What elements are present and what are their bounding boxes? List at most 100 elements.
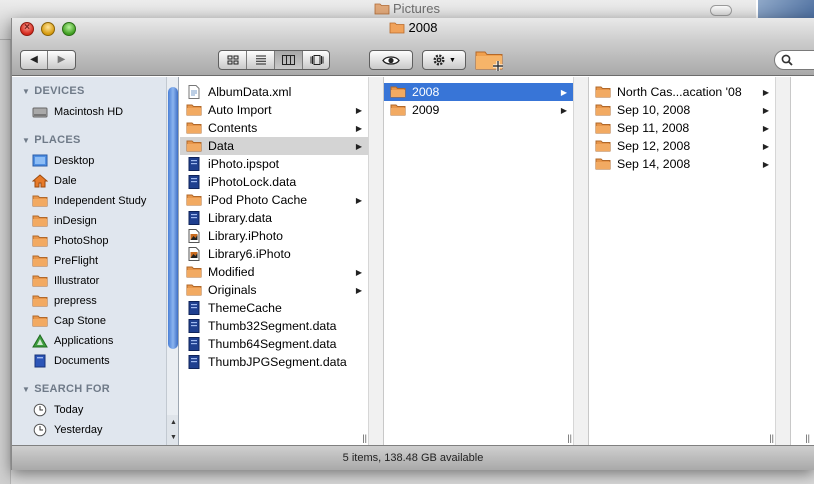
coverflow-view-button[interactable] — [303, 51, 331, 69]
sidebar-item-preflight[interactable]: PreFlight — [32, 251, 172, 271]
sidebar-item-cap-stone[interactable]: Cap Stone — [32, 311, 172, 331]
column-3-item[interactable]: Sep 10, 2008 ▶ — [589, 101, 775, 119]
column-3-item[interactable]: Sep 11, 2008 ▶ — [589, 119, 775, 137]
item-label: Sep 10, 2008 — [617, 103, 691, 117]
column-3-scrollbar[interactable] — [775, 77, 790, 445]
chevron-right-icon: ▶ — [355, 267, 362, 277]
column-3-item[interactable]: North Cas...acation '08 ▶ — [589, 83, 775, 101]
column-resize-handle[interactable]: || — [769, 433, 774, 443]
column-resize-handle[interactable]: || — [362, 433, 367, 443]
browser-column-2: 2008 ▶ 2009 ▶ || — [384, 77, 589, 445]
folder-icon — [390, 85, 406, 99]
sidebar-item-macintosh-hd[interactable]: Macintosh HD — [32, 102, 172, 122]
sidebar-item-applications[interactable]: Applications — [32, 331, 172, 351]
quick-look-button[interactable] — [369, 50, 413, 70]
column-1-item[interactable]: ThumbJPGSegment.data — [180, 353, 368, 371]
sidebar-scroll-arrows[interactable]: ▲ ▼ — [167, 415, 178, 445]
new-folder-button[interactable] — [474, 47, 508, 73]
item-label: AlbumData.xml — [208, 85, 292, 99]
column-1-scrollbar[interactable] — [368, 77, 383, 445]
sidebar-section-places[interactable]: ▼ PLACES — [22, 134, 81, 146]
chevron-right-icon: ▶ — [762, 141, 769, 151]
sidebar-item-prepress[interactable]: prepress — [32, 291, 172, 311]
column-1-item[interactable]: Library6.iPhoto — [180, 245, 368, 263]
chevron-right-icon: ▶ — [762, 87, 769, 97]
search-icon — [781, 54, 793, 66]
item-label: iPhoto.ipspot — [208, 157, 280, 171]
data-file-icon — [186, 337, 202, 351]
background-toolbar-toggle-button[interactable] — [710, 5, 732, 16]
column-1-item[interactable]: AlbumData.xml — [180, 83, 368, 101]
sidebar-section-devices[interactable]: ▼ DEVICES — [22, 85, 85, 97]
column-1-item[interactable]: Library.data — [180, 209, 368, 227]
column-1-item[interactable]: Modified ▶ — [180, 263, 368, 281]
forward-button[interactable]: ▶ — [48, 51, 75, 69]
sidebar-item-illustrator[interactable]: Illustrator — [32, 271, 172, 291]
item-label: Modified — [208, 265, 255, 279]
folder-icon — [32, 255, 48, 267]
item-label: Sep 11, 2008 — [617, 121, 690, 135]
search-field[interactable] — [774, 50, 814, 70]
column-2-item[interactable]: 2008 ▶ — [384, 83, 573, 101]
desktop-icon — [32, 154, 48, 167]
sidebar-item-documents[interactable]: Documents — [32, 351, 172, 371]
chevron-right-icon: ▶ — [762, 105, 769, 115]
browser-column-3: North Cas...acation '08 ▶ Sep 10, 2008 ▶ Sep… — [589, 77, 791, 445]
sidebar-section-search-for[interactable]: ▼ SEARCH FOR — [22, 383, 110, 395]
chevron-right-icon: ▶ — [560, 105, 567, 115]
folder-icon — [186, 103, 202, 117]
column-1-item[interactable]: iPhoto.ipspot — [180, 155, 368, 173]
column-1-item[interactable]: Auto Import ▶ — [180, 101, 368, 119]
sidebar-item-label: Macintosh HD — [54, 106, 124, 118]
folder-icon — [186, 193, 202, 207]
chevron-down-icon: ▼ — [449, 56, 456, 64]
item-label: Library.data — [208, 211, 273, 225]
finder-window: × 2008 ◀ ▶ ▼ ▼ DEVICES Macintosh HD ▼ PL… — [11, 18, 814, 470]
sidebar-item-today[interactable]: Today — [32, 400, 172, 420]
sidebar-item-photoshop[interactable]: PhotoShop — [32, 231, 172, 251]
column-view-button[interactable] — [275, 51, 303, 69]
background-window-title: Pictures — [393, 1, 440, 16]
back-forward-group: ◀ ▶ — [20, 50, 76, 70]
data-file-icon — [186, 157, 202, 171]
sidebar-item-indesign[interactable]: inDesign — [32, 211, 172, 231]
list-view-icon — [255, 55, 266, 65]
column-3-item[interactable]: Sep 12, 2008 ▶ — [589, 137, 775, 155]
column-1-item[interactable]: Data ▶ — [180, 137, 368, 155]
gear-icon — [433, 54, 445, 66]
search-input[interactable] — [795, 53, 814, 65]
folder-icon — [390, 103, 406, 117]
column-1-item[interactable]: Thumb64Segment.data — [180, 335, 368, 353]
column-2-scrollbar[interactable] — [573, 77, 588, 445]
data-file-icon — [186, 319, 202, 333]
column-1-item[interactable]: ThemeCache — [180, 299, 368, 317]
column-1-item[interactable]: iPhotoLock.data — [180, 173, 368, 191]
sidebar-item-desktop[interactable]: Desktop — [32, 151, 172, 171]
item-label: Auto Import — [208, 103, 272, 117]
column-resize-handle[interactable]: || — [567, 433, 572, 443]
item-label: Contents — [208, 121, 258, 135]
column-1-item[interactable]: Contents ▶ — [180, 119, 368, 137]
column-2-item[interactable]: 2009 ▶ — [384, 101, 573, 119]
back-button[interactable]: ◀ — [21, 51, 48, 69]
iphoto-file-icon — [186, 247, 202, 261]
column-1-item[interactable]: Originals ▶ — [180, 281, 368, 299]
column-1-item[interactable]: Thumb32Segment.data — [180, 317, 368, 335]
sidebar-scroll-thumb[interactable] — [168, 87, 178, 349]
sidebar-item-yesterday[interactable]: Yesterday — [32, 420, 172, 440]
folder-icon — [32, 275, 48, 287]
item-label: iPhotoLock.data — [208, 175, 297, 189]
action-menu-button[interactable]: ▼ — [422, 50, 466, 70]
column-1-item[interactable]: Library.iPhoto — [180, 227, 368, 245]
folder-icon — [32, 215, 48, 227]
column-3-item[interactable]: Sep 14, 2008 ▶ — [589, 155, 775, 173]
sidebar-scrollbar[interactable]: ▲ ▼ — [166, 77, 178, 445]
sidebar-item-label: PreFlight — [54, 255, 99, 267]
sidebar-item-independent-study[interactable]: Independent Study — [32, 191, 172, 211]
sidebar-item-dale[interactable]: Dale — [32, 171, 172, 191]
column-1-item[interactable]: iPod Photo Cache ▶ — [180, 191, 368, 209]
titlebar-toolbar[interactable]: × 2008 ◀ ▶ ▼ — [12, 18, 814, 76]
column-resize-handle[interactable]: || — [805, 433, 810, 443]
list-view-button[interactable] — [247, 51, 275, 69]
icon-view-button[interactable] — [219, 51, 247, 69]
